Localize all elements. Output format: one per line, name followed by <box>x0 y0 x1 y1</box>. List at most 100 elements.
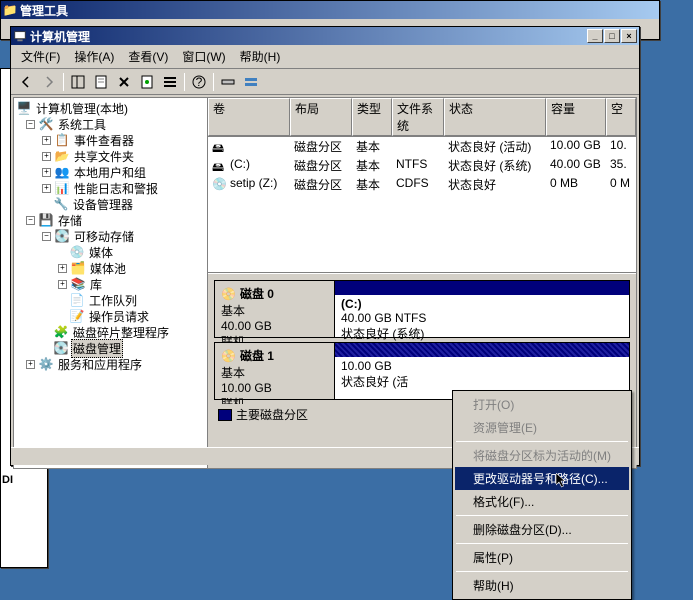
menu-action[interactable]: 操作(A) <box>68 47 120 66</box>
expand-icon[interactable]: + <box>58 264 67 273</box>
menu-view[interactable]: 查看(V) <box>122 47 174 66</box>
tree-media-pool[interactable]: +🗂️媒体池 <box>16 260 205 276</box>
collapse-icon[interactable]: − <box>42 232 51 241</box>
tree-local-users[interactable]: +👥本地用户和组 <box>16 164 205 180</box>
expand-icon[interactable]: + <box>26 360 35 369</box>
tree-root[interactable]: 🖥️计算机管理(本地) <box>16 100 205 116</box>
request-icon: 📝 <box>69 308 85 324</box>
volume-header-bar-selected <box>335 343 629 357</box>
defrag-icon: 🧩 <box>53 324 69 340</box>
perf-icon: 📊 <box>54 180 70 196</box>
cell: 💿setip (Z:) <box>208 175 290 194</box>
storage-icon: 💾 <box>38 212 54 228</box>
refresh-button[interactable] <box>136 71 158 93</box>
event-icon: 📋 <box>54 132 70 148</box>
disk-0-info: 📀磁盘 0 基本 40.00 GB 联机 <box>215 281 335 337</box>
ctx-open[interactable]: 打开(O) <box>455 393 629 416</box>
column-header[interactable]: 卷 <box>208 98 290 136</box>
menu-file[interactable]: 文件(F) <box>15 47 66 66</box>
context-menu[interactable]: 打开(O) 资源管理(E) 将磁盘分区标为活动的(M) 更改驱动器号和路径(C)… <box>452 390 632 600</box>
cell <box>392 137 444 156</box>
ctx-mark-active[interactable]: 将磁盘分区标为活动的(M) <box>455 444 629 467</box>
forward-button[interactable] <box>38 71 60 93</box>
list-button[interactable] <box>159 71 181 93</box>
toolbar-separator <box>213 73 214 91</box>
tree-operator-req[interactable]: 📝操作员请求 <box>16 308 205 324</box>
tools-icon: 🛠️ <box>38 116 54 132</box>
column-header[interactable]: 容量 <box>546 98 606 136</box>
bg-title: 管理工具 <box>20 2 657 19</box>
cell: 基本 <box>352 175 392 194</box>
delete-button[interactable] <box>113 71 135 93</box>
main-titlebar[interactable]: 计算机管理 _ □ × <box>11 27 639 45</box>
device-icon: 🔧 <box>53 196 69 212</box>
expand-icon[interactable]: + <box>42 136 51 145</box>
volume-row[interactable]: 🖴(C:)磁盘分区基本NTFS状态良好 (系统)40.00 GB35. <box>208 156 636 175</box>
tree-services[interactable]: +⚙️服务和应用程序 <box>16 356 205 372</box>
computer-mgmt-icon <box>13 29 27 43</box>
folder-icon: 📁 <box>3 3 17 17</box>
collapse-icon[interactable]: − <box>26 120 35 129</box>
volume-icon: 💿 <box>212 177 228 191</box>
column-header[interactable]: 布局 <box>290 98 352 136</box>
expand-icon[interactable]: + <box>42 168 51 177</box>
tree-removable[interactable]: −💽可移动存储 <box>16 228 205 244</box>
disk-view-button[interactable] <box>240 71 262 93</box>
tree-panel[interactable]: 🖥️计算机管理(本地) −🛠️系统工具 +📋事件查看器 +📂共享文件夹 +👥本地… <box>14 98 208 468</box>
tree-library[interactable]: +📚库 <box>16 276 205 292</box>
tree-device-manager[interactable]: 🔧设备管理器 <box>16 196 205 212</box>
up-button[interactable] <box>67 71 89 93</box>
column-header[interactable]: 空 <box>606 98 636 136</box>
volume-row[interactable]: 💿setip (Z:)磁盘分区基本CDFS状态良好0 MB0 M <box>208 175 636 194</box>
cell: 状态良好 (活动) <box>444 137 546 156</box>
tree-storage[interactable]: −💾存储 <box>16 212 205 228</box>
cell: 0 MB <box>546 175 606 194</box>
collapse-icon[interactable]: − <box>26 216 35 225</box>
menubar: 文件(F) 操作(A) 查看(V) 窗口(W) 帮助(H) <box>11 45 639 69</box>
expand-icon[interactable]: + <box>42 184 51 193</box>
help-button[interactable]: ? <box>188 71 210 93</box>
tree-shared-folders[interactable]: +📂共享文件夹 <box>16 148 205 164</box>
back-button[interactable] <box>15 71 37 93</box>
ctx-help[interactable]: 帮助(H) <box>455 574 629 597</box>
maximize-button[interactable]: □ <box>604 29 620 43</box>
column-header[interactable]: 文件系统 <box>392 98 444 136</box>
tree-work-queue[interactable]: 📄工作队列 <box>16 292 205 308</box>
cell: 40.00 GB <box>546 156 606 175</box>
menu-separator <box>456 571 628 572</box>
minimize-button[interactable]: _ <box>587 29 603 43</box>
tree-perf-logs[interactable]: +📊性能日志和警报 <box>16 180 205 196</box>
ctx-explore[interactable]: 资源管理(E) <box>455 416 629 439</box>
menu-separator <box>456 543 628 544</box>
ctx-change-drive-letter[interactable]: 更改驱动器号和路径(C)... <box>455 467 629 490</box>
cell: 状态良好 <box>444 175 546 194</box>
bg-titlebar: 📁 管理工具 <box>1 1 659 19</box>
disk-0-block[interactable]: 📀磁盘 0 基本 40.00 GB 联机 (C:) 40.00 GB NTFS … <box>214 280 630 338</box>
tree-disk-management[interactable]: 💽磁盘管理 <box>16 340 205 356</box>
properties-button[interactable] <box>90 71 112 93</box>
column-header[interactable]: 状态 <box>444 98 546 136</box>
ctx-format[interactable]: 格式化(F)... <box>455 490 629 513</box>
mediapool-icon: 🗂️ <box>70 260 86 276</box>
menu-separator <box>456 441 628 442</box>
removable-icon: 💽 <box>54 228 70 244</box>
disk-0-volume[interactable]: (C:) 40.00 GB NTFS 状态良好 (系统) <box>335 281 629 337</box>
tree-media[interactable]: 💿媒体 <box>16 244 205 260</box>
expand-icon[interactable]: + <box>58 280 67 289</box>
disk-settings-button[interactable] <box>217 71 239 93</box>
expand-icon[interactable]: + <box>42 152 51 161</box>
column-header[interactable]: 类型 <box>352 98 392 136</box>
cell: 0 M <box>606 175 636 194</box>
window-title: 计算机管理 <box>30 28 587 45</box>
menu-help[interactable]: 帮助(H) <box>234 47 287 66</box>
tree-system-tools[interactable]: −🛠️系统工具 <box>16 116 205 132</box>
ctx-properties[interactable]: 属性(P) <box>455 546 629 569</box>
volume-row[interactable]: 🖴磁盘分区基本状态良好 (活动)10.00 GB10. <box>208 137 636 156</box>
ctx-delete-partition[interactable]: 删除磁盘分区(D)... <box>455 518 629 541</box>
close-button[interactable]: × <box>621 29 637 43</box>
menu-window[interactable]: 窗口(W) <box>176 47 231 66</box>
menu-separator <box>456 515 628 516</box>
volume-list[interactable]: 卷布局类型文件系统状态容量空 🖴磁盘分区基本状态良好 (活动)10.00 GB1… <box>208 98 636 273</box>
services-icon: ⚙️ <box>38 356 54 372</box>
tree-event-viewer[interactable]: +📋事件查看器 <box>16 132 205 148</box>
